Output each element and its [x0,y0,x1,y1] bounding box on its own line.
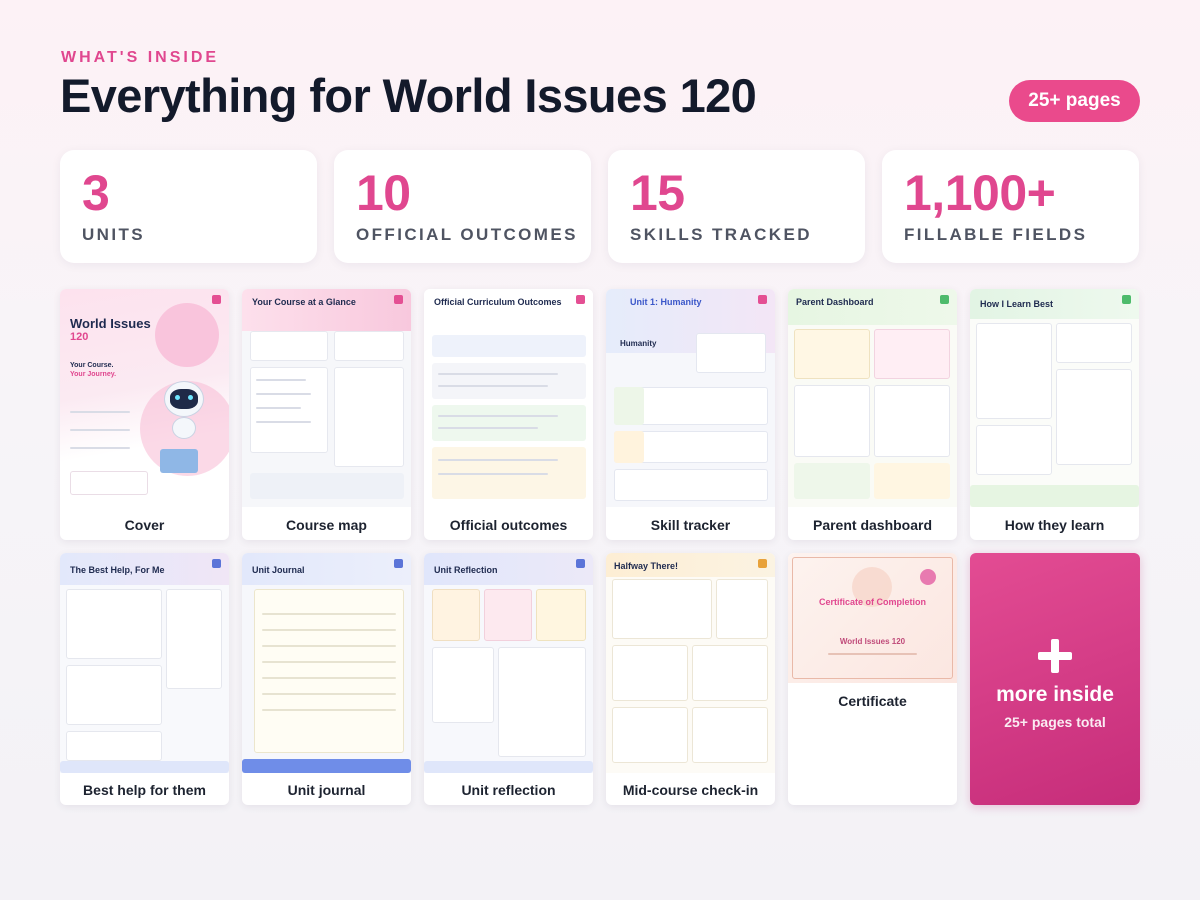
award-ribbon-icon [920,569,936,585]
how-they-learn-thumbnail: How I Learn Best [970,289,1139,507]
card-caption: Cover [124,517,165,533]
page-card-official-outcomes[interactable]: Official Curriculum Outcomes Official ou… [424,289,593,540]
card-caption: Parent dashboard [812,517,933,533]
course-map-thumbnail: Your Course at a Glance [242,289,411,507]
mini-page-title: Official Curriculum Outcomes [434,297,562,307]
card-caption: Official outcomes [449,517,568,533]
cover-subtitle: 120 [70,331,89,343]
mini-page-title: How I Learn Best [980,299,1054,309]
stat-card-units: 3 UNITS [60,150,317,263]
official-outcomes-thumbnail: Official Curriculum Outcomes [424,289,593,507]
books-icon [160,449,198,473]
certificate-course: World Issues 120 [839,637,906,646]
skill-tracker-thumbnail: Unit 1: Humanity Humanity [606,289,775,507]
mini-page-title: Unit Reflection [434,565,498,575]
page-card-unit-journal[interactable]: Unit Journal Unit journal [242,553,411,805]
qr-code-box [70,471,148,495]
page-number-chip [576,295,585,304]
card-caption: Best help for them [83,782,206,798]
page-number-chip [576,559,585,568]
more-inside-count: 25+ pages total [1004,714,1106,730]
card-caption: Certificate [838,693,907,709]
cover-thumbnail: World Issues 120 Your Course. Your Journ… [60,289,229,507]
card-caption: Course map [286,517,367,533]
more-inside-card[interactable]: more inside 25+ pages total [970,553,1140,805]
stat-value: 3 [82,165,110,221]
page-number-chip [394,295,403,304]
unit-reflection-thumbnail: Unit Reflection [424,553,593,773]
page-number-chip [940,295,949,304]
stat-card-skills: 15 SKILLS TRACKED [608,150,865,263]
page-number-chip [758,295,767,304]
more-inside-label: more inside [996,683,1114,706]
stat-label: SKILLS TRACKED [630,225,812,244]
robot-mascot-icon [160,381,210,441]
stat-label: OFFICIAL OUTCOMES [356,225,578,244]
certificate-title: Certificate of Completion [818,597,926,607]
parent-dashboard-thumbnail: Parent Dashboard [788,289,957,507]
page-number-chip [758,559,767,568]
stat-value: 10 [356,165,411,221]
card-caption: Mid-course check-in [622,782,759,798]
globe-icon [155,303,219,367]
page-card-best-help[interactable]: The Best Help, For Me Best help for them [60,553,229,805]
eyebrow-label: WHAT'S INSIDE [61,49,220,66]
stat-value: 1,100+ [904,165,1056,221]
cover-tagline-1: Your Course. [70,362,114,369]
mini-page-title: Your Course at a Glance [252,297,356,307]
mini-page-title: Parent Dashboard [796,297,874,307]
mid-course-thumbnail: Halfway There! [606,553,775,773]
page-card-skill-tracker[interactable]: Unit 1: Humanity Humanity Skill tracker [606,289,775,540]
page-title: Everything for World Issues 120 [60,69,757,122]
card-caption: How they learn [1004,517,1105,533]
page-number-chip [212,559,221,568]
page-number-chip [1122,295,1131,304]
certificate-thumbnail: Certificate of Completion World Issues 1… [788,553,957,683]
stat-card-fields: 1,100+ FILLABLE FIELDS [882,150,1139,263]
mini-page-title: Halfway There! [614,561,679,571]
page-number-chip [212,295,221,304]
plus-icon [1038,639,1072,673]
page-number-chip [394,559,403,568]
stat-value: 15 [630,165,685,221]
cover-title: World Issues [70,316,151,331]
page-count-badge: 25+ pages [1009,80,1140,122]
cover-tagline-2: Your Journey. [70,371,117,378]
stat-label: UNITS [82,225,145,244]
best-help-thumbnail: The Best Help, For Me [60,553,229,773]
mini-page-heading: Humanity [620,339,657,348]
stat-label: FILLABLE FIELDS [904,225,1088,244]
page-card-cover[interactable]: World Issues 120 Your Course. Your Journ… [60,289,229,540]
mini-page-title: The Best Help, For Me [70,565,165,575]
page-card-unit-reflection[interactable]: Unit Reflection Unit reflection [424,553,593,805]
card-caption: Unit reflection [461,782,556,798]
page-card-course-map[interactable]: Your Course at a Glance Course map [242,289,411,540]
card-caption: Unit journal [287,782,366,798]
unit-journal-thumbnail: Unit Journal [242,553,411,773]
page-card-certificate[interactable]: Certificate of Completion World Issues 1… [788,553,957,805]
card-caption: Skill tracker [650,517,731,533]
mini-page-title: Unit Journal [252,565,305,575]
page-card-mid-course[interactable]: Halfway There! Mid-course check-in [606,553,775,805]
page-card-how-they-learn[interactable]: How I Learn Best How they learn [970,289,1139,540]
mini-page-title: Unit 1: Humanity [630,297,702,307]
page-card-parent-dashboard[interactable]: Parent Dashboard Parent dashboard [788,289,957,540]
stat-card-outcomes: 10 OFFICIAL OUTCOMES [334,150,591,263]
